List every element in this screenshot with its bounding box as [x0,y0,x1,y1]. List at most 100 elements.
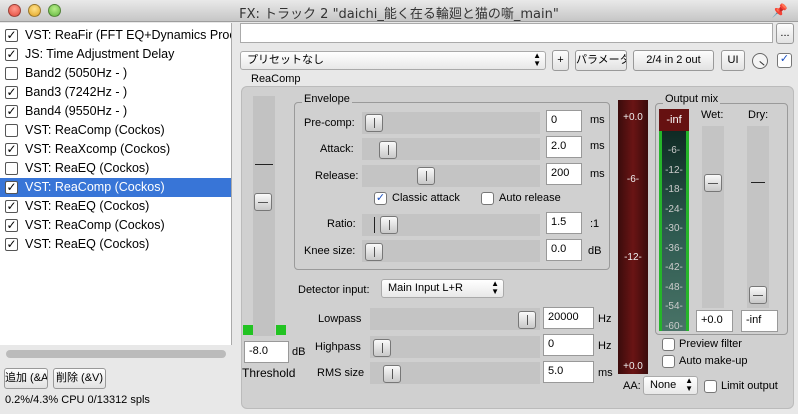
plugin-list-item[interactable]: ✓ VST: ReaComp (Cockos) [0,216,231,235]
list-horizontal-scrollbar[interactable] [6,350,226,358]
plugin-list-item[interactable]: Band2 (5050Hz - ) [0,64,231,83]
plugin-list-item[interactable]: ✓ Band4 (9550Hz - ) [0,102,231,121]
release-slider-knob[interactable] [417,167,435,185]
dry-slider[interactable] [747,126,769,308]
threshold-slider[interactable] [253,96,275,336]
output-meter-scale-label: -24- [665,203,683,215]
plugin-list-item[interactable]: ✓ VST: ReaEQ (Cockos) [0,197,231,216]
highpass-slider-knob[interactable] [373,339,391,357]
wet-knob[interactable] [752,53,768,69]
plugin-list-item[interactable]: ✓ VST: ReaXcomp (Cockos) [0,140,231,159]
ui-toggle-button[interactable]: UI [721,50,745,71]
lowpass-label: Lowpass [318,313,362,325]
lowpass-value-field[interactable]: 20000 [543,307,594,329]
rms-size-slider-knob[interactable] [383,365,401,383]
aa-dropdown[interactable]: None ▲ ▼ [643,376,698,395]
plugin-list-item[interactable]: ✓ VST: ReaEQ (Cockos) [0,235,231,254]
io-routing-button[interactable]: 2/4 in 2 out [633,50,714,71]
wet-value-field[interactable]: +0.0 [696,310,733,332]
threshold-label: Threshold [242,366,296,380]
release-slider[interactable] [362,165,540,187]
plugin-enable-checkbox[interactable]: ✓ [5,200,18,213]
title-bar: FX: トラック 2 "daichi_能く在る輪廻と猫の噺_main" 📌 [0,0,798,22]
plugin-enable-checkbox[interactable]: ✓ [5,219,18,232]
threshold-meter-right [276,325,286,335]
lowpass-slider[interactable] [370,308,540,330]
attack-value-field[interactable]: 2.0 [546,136,582,158]
threshold-unit: dB [292,346,306,358]
plugin-list-item[interactable]: ✓ Band3 (7242Hz - ) [0,83,231,102]
limit-output-checkbox[interactable] [704,380,717,393]
pin-icon[interactable]: 📌 [772,3,788,19]
highpass-slider[interactable] [370,336,540,358]
plugin-enable-checkbox[interactable]: ✓ [5,86,18,99]
classic-attack-label: Classic attack [392,192,460,204]
rms-size-value-field[interactable]: 5.0 [543,361,594,383]
precomp-unit: ms [590,114,605,126]
preset-dropdown[interactable]: プリセットなし ▲ ▼ [240,51,546,70]
knee-slider-knob[interactable] [365,243,383,261]
auto-makeup-checkbox[interactable] [662,355,675,368]
ratio-slider-knob[interactable] [380,216,398,234]
plugin-list[interactable]: ✓ VST: ReaFir (FFT EQ+Dynamics Proc ✓ JS: T… [0,23,232,345]
plugin-enable-checkbox[interactable]: ✓ [5,238,18,251]
release-value-field[interactable]: 200 [546,163,582,185]
dry-value-field[interactable]: -inf [741,310,778,332]
precomp-slider[interactable] [362,112,540,134]
plugin-list-item[interactable]: VST: ReaComp (Cockos) [0,121,231,140]
updown-arrows-icon: ▲ ▼ [685,376,693,393]
highpass-value-field[interactable]: 0 [543,334,594,356]
preview-filter-checkbox[interactable] [662,338,675,351]
auto-release-checkbox[interactable] [481,192,494,205]
wet-slider-knob[interactable] [704,174,722,192]
plugin-name: Band3 (7242Hz - ) [25,85,128,99]
plugin-name: VST: ReaComp (Cockos) [25,180,165,194]
plugin-name: VST: ReaEQ (Cockos) [25,237,150,251]
output-meter-scale-label: -12- [665,164,683,176]
updown-arrows-icon: ▲ ▼ [491,279,499,296]
plugin-list-item[interactable]: ✓ JS: Time Adjustment Delay [0,45,231,64]
plugin-enable-checkbox[interactable] [5,67,18,80]
dry-slider-knob[interactable] [749,286,767,304]
detector-input-dropdown[interactable]: Main Input L+R ▲ ▼ [381,279,504,298]
bypass-checkbox[interactable]: ✓ [777,53,792,68]
threshold-value-field[interactable]: -8.0 [244,341,289,363]
plugin-enable-checkbox[interactable]: ✓ [5,143,18,156]
threshold-slider-knob[interactable] [254,193,272,211]
add-plugin-button[interactable]: 追加 (&A) [4,368,48,389]
plugin-enable-checkbox[interactable]: ✓ [5,29,18,42]
knee-value-field[interactable]: 0.0 [546,239,582,261]
wet-label: Wet: [701,109,724,121]
precomp-value-field[interactable]: 0 [546,110,582,132]
detector-input-value: Main Input L+R [388,282,463,294]
lowpass-slider-knob[interactable] [518,311,536,329]
attack-slider-knob[interactable] [379,141,397,159]
precomp-slider-knob[interactable] [365,114,383,132]
output-meter-scale-label: -30- [665,223,683,234]
fx-name-input[interactable] [240,23,773,43]
detector-input-label: Detector input: [298,284,370,296]
plugin-enable-checkbox[interactable]: ✓ [5,48,18,61]
plugin-enable-checkbox[interactable]: ✓ [5,181,18,194]
plugin-title: ReaComp [251,73,301,85]
plugin-list-item[interactable]: VST: ReaEQ (Cockos) [0,159,231,178]
plugin-enable-checkbox[interactable]: ✓ [5,105,18,118]
dry-label: Dry: [748,109,769,121]
remove-plugin-button[interactable]: 削除 (&V) [53,368,106,389]
attack-unit: ms [590,140,605,152]
plugin-enable-checkbox[interactable] [5,124,18,137]
wet-slider[interactable] [702,126,724,308]
more-button[interactable]: ... [776,23,794,44]
plugin-list-item[interactable]: ✓ VST: ReaComp (Cockos) [0,178,231,197]
plugin-name: JS: Time Adjustment Delay [25,47,175,61]
output-peak-readout[interactable]: -inf [659,109,689,131]
plugin-list-item[interactable]: ✓ VST: ReaFir (FFT EQ+Dynamics Proc [0,26,231,45]
classic-attack-checkbox[interactable]: ✓ [374,192,387,205]
knee-slider[interactable] [362,240,540,262]
plugin-enable-checkbox[interactable] [5,162,18,175]
ratio-value-field[interactable]: 1.5 [546,212,582,234]
auto-makeup-label: Auto make-up [679,355,748,367]
meter-scale-6: -6- [626,174,640,185]
add-preset-button[interactable]: + [552,50,569,71]
params-button[interactable]: パラメータ [575,50,627,71]
